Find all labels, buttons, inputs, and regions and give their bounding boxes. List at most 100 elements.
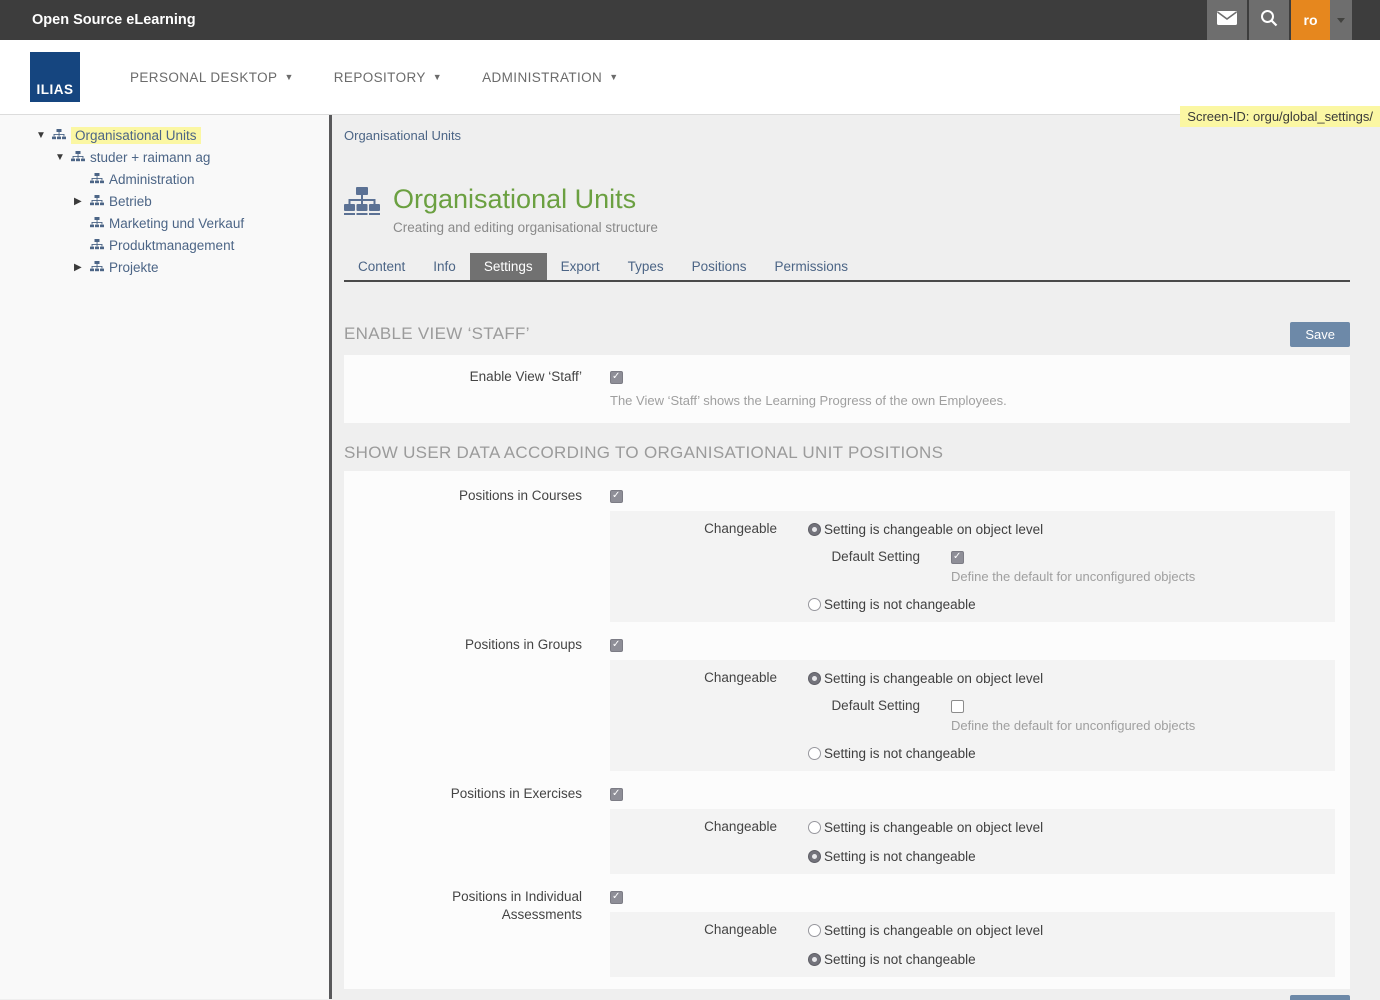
- content-area: Screen-ID: orgu/global_settings/ Organis…: [332, 115, 1380, 999]
- breadcrumb-link-organisational-units[interactable]: Organisational Units: [344, 128, 461, 143]
- main-nav: PERSONAL DESKTOP ▼ REPOSITORY ▼ ADMINIST…: [110, 60, 639, 95]
- check-icon: ✓: [612, 490, 620, 501]
- orgunit-icon: [71, 151, 86, 163]
- mail-button[interactable]: [1207, 0, 1247, 40]
- form-row-positions-in-courses: Positions in Courses ✓ Changeable Settin…: [344, 487, 1350, 622]
- changeable-subpanel: Changeable Setting is changeable on obje…: [610, 912, 1335, 977]
- search-button[interactable]: [1249, 0, 1289, 40]
- chevron-down-icon: ▼: [433, 72, 442, 82]
- tab-content[interactable]: Content: [344, 253, 419, 280]
- radio-not-changeable[interactable]: [808, 598, 821, 611]
- breadcrumb: Organisational Units: [344, 128, 1350, 143]
- user-data-form: Positions in Courses ✓ Changeable Settin…: [344, 471, 1350, 989]
- orgunit-icon: [90, 217, 105, 229]
- user-menu-button[interactable]: [1330, 0, 1352, 40]
- tree-item-produktmanagement[interactable]: Produktmanagement: [0, 234, 329, 256]
- tab-settings[interactable]: Settings: [470, 253, 547, 280]
- field-label: Positions in Groups: [344, 636, 582, 654]
- check-icon: ✓: [612, 639, 620, 650]
- enable-staff-checkbox[interactable]: ✓: [610, 371, 623, 384]
- section-title: SHOW USER DATA ACCORDING TO ORGANISATION…: [344, 443, 943, 463]
- changeable-label: Changeable: [610, 920, 777, 940]
- tab-positions[interactable]: Positions: [678, 253, 761, 280]
- field-label: Positions in Exercises: [344, 785, 582, 803]
- check-icon: ✓: [612, 788, 620, 799]
- expand-triangle-icon[interactable]: ▶: [74, 262, 90, 273]
- chevron-down-icon: ▼: [609, 72, 618, 82]
- radio-not-changeable[interactable]: [808, 747, 821, 760]
- chevron-down-icon: ▼: [284, 72, 293, 82]
- default-setting-checkbox[interactable]: [951, 700, 964, 713]
- enable-staff-form: Enable View ‘Staff’ ✓ The View ‘Staff’ s…: [344, 355, 1350, 423]
- check-icon: ✓: [612, 371, 620, 382]
- changeable-subpanel: Changeable Setting is changeable on obje…: [610, 511, 1335, 622]
- changeable-subpanel: Changeable Setting is changeable on obje…: [610, 660, 1335, 771]
- default-setting-label: Default Setting: [824, 548, 920, 566]
- nav-personal-desktop[interactable]: PERSONAL DESKTOP ▼: [110, 60, 314, 95]
- radio-not-changeable[interactable]: [808, 953, 821, 966]
- changeable-label: Changeable: [610, 519, 777, 539]
- radio-changeable-on-object-level[interactable]: [808, 672, 821, 685]
- changeable-label: Changeable: [610, 668, 777, 688]
- section-user-data-header: SHOW USER DATA ACCORDING TO ORGANISATION…: [344, 441, 1350, 465]
- page-subtitle: Creating and editing organisational stru…: [393, 220, 658, 235]
- ilias-logo[interactable]: ILIAS: [30, 52, 80, 102]
- form-row-positions-in-exercises: Positions in Exercises ✓ Changeable Sett…: [344, 785, 1350, 874]
- default-setting-checkbox[interactable]: ✓: [951, 551, 964, 564]
- field-label: Positions in Individual Assessments: [344, 888, 582, 924]
- form-row-positions-in-individual-assessments: Positions in Individual Assessments ✓ Ch…: [344, 888, 1350, 977]
- tree-item-administration[interactable]: Administration: [0, 168, 329, 190]
- nav-repository[interactable]: REPOSITORY ▼: [314, 60, 462, 95]
- positions-in-exercises-checkbox[interactable]: ✓: [610, 788, 623, 801]
- changeable-subpanel: Changeable Setting is changeable on obje…: [610, 809, 1335, 874]
- save-button-bottom[interactable]: Save: [1290, 995, 1350, 1000]
- radio-changeable-on-object-level[interactable]: [808, 523, 821, 536]
- tab-export[interactable]: Export: [547, 253, 614, 280]
- tab-info[interactable]: Info: [419, 253, 470, 280]
- positions-in-individual-assessments-checkbox[interactable]: ✓: [610, 891, 623, 904]
- orgunit-icon: [90, 239, 105, 251]
- expand-triangle-icon[interactable]: ▶: [74, 196, 90, 207]
- changeable-label: Changeable: [610, 817, 777, 837]
- tab-bar: Content Info Settings Export Types Posit…: [344, 253, 1350, 282]
- tree-item-studer-raimann-ag[interactable]: ▼ studer + raimann ag: [0, 146, 329, 168]
- tree-item-marketing-und-verkauf[interactable]: Marketing und Verkauf: [0, 212, 329, 234]
- default-setting-help: Define the default for unconfigured obje…: [951, 718, 1195, 734]
- collapse-triangle-icon[interactable]: ▼: [55, 152, 71, 163]
- topbar-actions: ro: [1207, 0, 1352, 40]
- logo-text: ILIAS: [36, 82, 73, 102]
- default-setting-label: Default Setting: [824, 697, 920, 715]
- radio-not-changeable[interactable]: [808, 850, 821, 863]
- tree-item-projekte[interactable]: ▶ Projekte: [0, 256, 329, 278]
- radio-changeable-on-object-level[interactable]: [808, 821, 821, 834]
- section-enable-staff-header: ENABLE VIEW ‘STAFF’ Save: [344, 320, 1350, 348]
- positions-in-courses-checkbox[interactable]: ✓: [610, 490, 623, 503]
- radio-changeable-on-object-level[interactable]: [808, 924, 821, 937]
- tab-permissions[interactable]: Permissions: [760, 253, 862, 280]
- orgunit-icon: [52, 129, 67, 141]
- collapse-triangle-icon[interactable]: ▼: [36, 130, 52, 141]
- header: ILIAS PERSONAL DESKTOP ▼ REPOSITORY ▼ AD…: [0, 40, 1380, 115]
- check-icon: ✓: [612, 891, 620, 902]
- user-avatar[interactable]: ro: [1291, 0, 1330, 40]
- screen-id-badge: Screen-ID: orgu/global_settings/: [1180, 106, 1380, 127]
- page-title: Organisational Units: [393, 183, 658, 215]
- check-icon: ✓: [953, 551, 961, 562]
- positions-in-groups-checkbox[interactable]: ✓: [610, 639, 623, 652]
- orgunit-page-icon: [344, 186, 380, 222]
- chevron-down-icon: [1337, 18, 1345, 23]
- app-title: Open Source eLearning: [32, 12, 1207, 28]
- tree-item-organisational-units[interactable]: ▼ Organisational Units: [0, 124, 329, 146]
- topbar: Open Source eLearning ro: [0, 0, 1380, 40]
- field-label: Positions in Courses: [344, 487, 582, 505]
- sidebar-tree: ▼ Organisational Units ▼ studer + raiman…: [0, 115, 329, 999]
- nav-administration[interactable]: ADMINISTRATION ▼: [462, 60, 638, 95]
- tree-item-betrieb[interactable]: ▶ Betrieb: [0, 190, 329, 212]
- field-help: The View ‘Staff’ shows the Learning Prog…: [610, 393, 1350, 409]
- search-icon: [1260, 9, 1278, 32]
- section-title: ENABLE VIEW ‘STAFF’: [344, 324, 530, 344]
- save-button-top[interactable]: Save: [1290, 322, 1350, 347]
- form-row-positions-in-groups: Positions in Groups ✓ Changeable Setting…: [344, 636, 1350, 771]
- form-row-enable-staff: Enable View ‘Staff’ ✓ The View ‘Staff’ s…: [344, 368, 1350, 409]
- tab-types[interactable]: Types: [614, 253, 678, 280]
